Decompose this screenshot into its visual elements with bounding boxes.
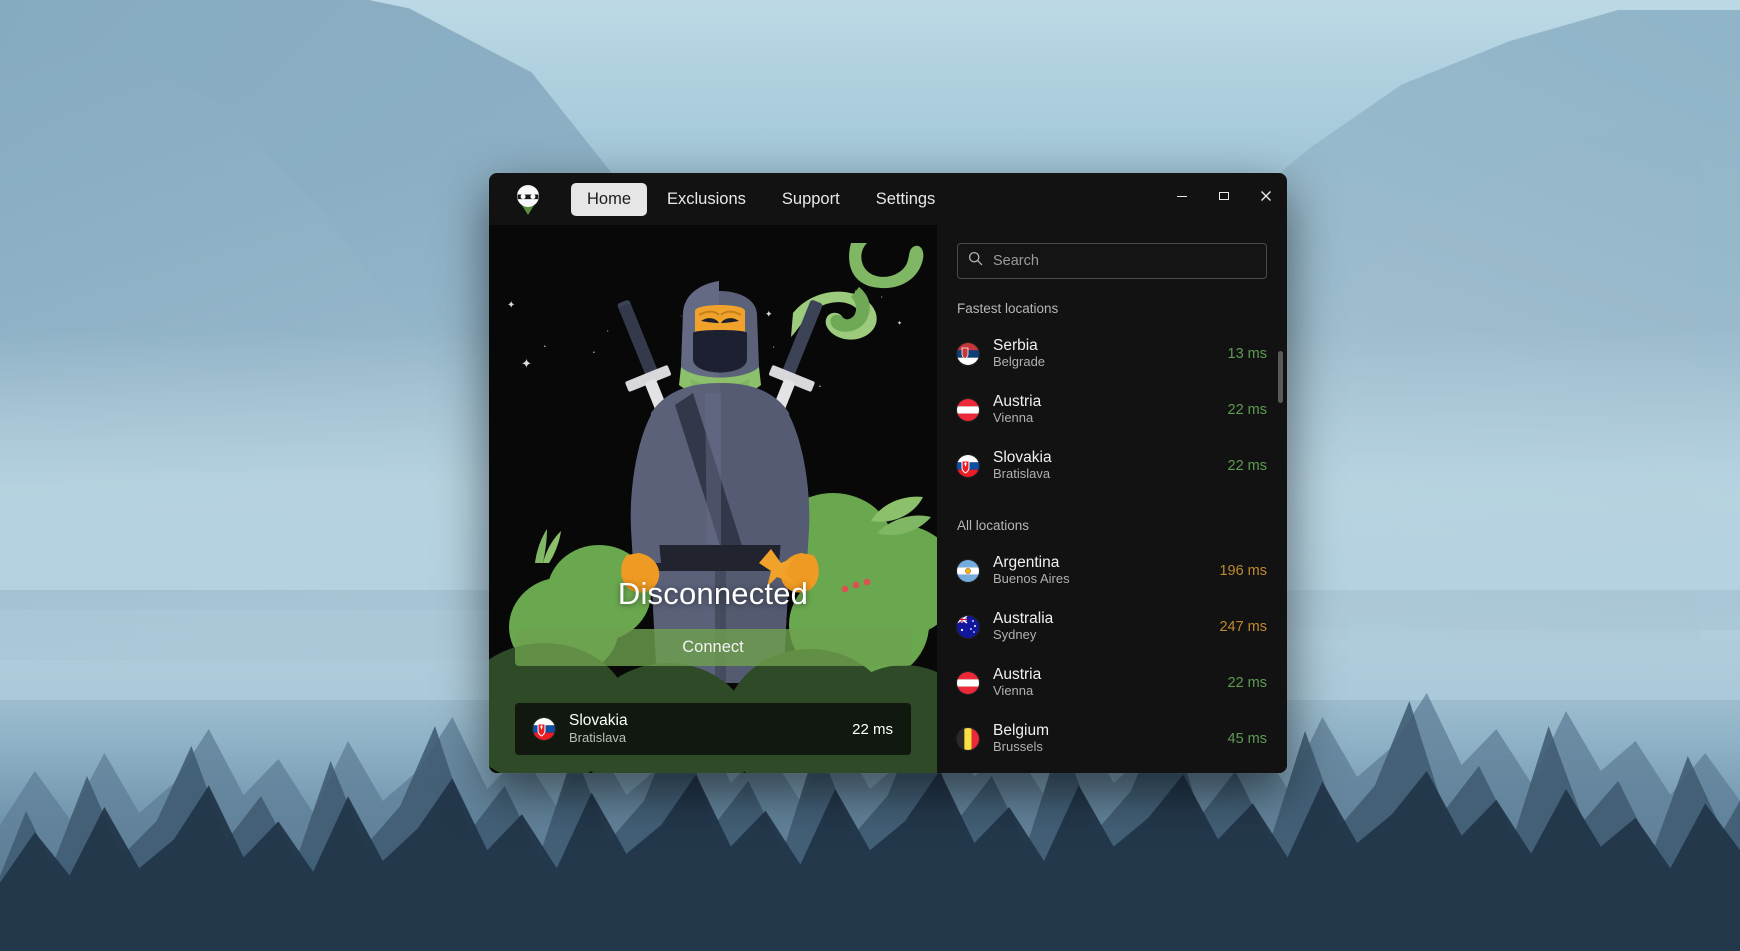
locations-scrollbar[interactable] <box>1278 351 1283 751</box>
city-label: Vienna <box>993 410 1034 426</box>
list-item[interactable]: Argentina Buenos Aires 196 ms <box>957 543 1281 599</box>
ping-label: 196 ms <box>1219 563 1267 579</box>
country-label: Belgium <box>993 721 1049 739</box>
country-label: Australia <box>993 609 1054 627</box>
list-item[interactable]: Australia Sydney 247 ms <box>957 599 1281 655</box>
country-label: Austria <box>993 665 1042 683</box>
city-label: Sydney <box>993 627 1037 643</box>
ping-label: 247 ms <box>1219 619 1267 635</box>
ping-label: 13 ms <box>1227 346 1268 362</box>
list-item-text: Austria Vienna <box>993 666 1041 701</box>
country-label: Serbia <box>993 336 1038 354</box>
flag-at-icon <box>957 399 979 421</box>
flag-au-icon <box>957 616 979 638</box>
maximize-button[interactable] <box>1203 173 1245 225</box>
flag-ar-icon <box>957 560 979 582</box>
country-label: Slovakia <box>993 448 1052 466</box>
main-nav-tabs[interactable]: Home Exclusions Support Settings <box>571 182 952 216</box>
section-title-all: All locations <box>957 518 1030 533</box>
city-label: Brussels <box>993 739 1043 755</box>
ping-label: 22 ms <box>1227 675 1268 691</box>
flag-at-icon <box>957 672 979 694</box>
tab-home[interactable]: Home <box>571 182 648 216</box>
close-button[interactable] <box>1245 173 1287 225</box>
tab-exclusions[interactable]: Exclusions <box>651 183 762 216</box>
list-item[interactable]: Belgium Brussels 45 ms <box>957 711 1281 767</box>
locations-panel: Fastest locations Serbia <box>937 225 1287 773</box>
list-item-text: Serbia Belgrade <box>993 337 1045 372</box>
tab-support[interactable]: Support <box>766 183 856 216</box>
city-label: Belgrade <box>993 354 1046 370</box>
scrollbar-thumb[interactable] <box>1278 351 1283 403</box>
city-label: Buenos Aires <box>993 571 1070 587</box>
window-titlebar[interactable]: Home Exclusions Support Settings <box>489 173 1287 225</box>
flag-sk-icon <box>533 718 555 740</box>
list-item-text: Belgium Brussels <box>993 722 1049 757</box>
list-item-text: Austria Vienna <box>993 393 1041 428</box>
ping-label: 45 ms <box>1227 731 1268 747</box>
selected-city-label: Bratislava <box>569 729 627 745</box>
list-item-text: Slovakia Bratislava <box>993 449 1052 484</box>
ninja-logo-icon <box>511 182 545 216</box>
section-title-fastest: Fastest locations <box>957 301 1059 316</box>
hero-overlay: Disconnected Connect Slovakia Bratislava… <box>489 225 937 773</box>
city-label: Vienna <box>993 683 1034 699</box>
list-item[interactable]: Slovakia Bratislava 22 ms <box>957 438 1281 494</box>
ping-label: 22 ms <box>1227 458 1268 474</box>
search-container <box>937 225 1287 287</box>
window-body: ✦ ✦ • • • • • • • ✦ • ✦ <box>489 225 1287 773</box>
selected-location-text: Slovakia Bratislava <box>569 712 628 746</box>
minimize-button[interactable] <box>1161 173 1203 225</box>
city-label: Bratislava <box>993 466 1051 482</box>
connect-button[interactable]: Connect <box>515 629 911 666</box>
flag-be-icon <box>957 728 979 750</box>
tab-settings[interactable]: Settings <box>860 183 952 216</box>
search-box[interactable] <box>957 243 1267 279</box>
ping-label: 22 ms <box>1227 402 1268 418</box>
list-item[interactable]: Serbia Belgrade 13 ms <box>957 326 1281 382</box>
selected-country-label: Slovakia <box>569 711 628 729</box>
window-controls <box>1161 173 1287 225</box>
country-label: Austria <box>993 392 1042 410</box>
country-label: Argentina <box>993 553 1060 571</box>
selected-ping-label: 22 ms <box>852 720 893 738</box>
list-item[interactable]: Austria Vienna 22 ms <box>957 655 1281 711</box>
connection-hero-panel: ✦ ✦ • • • • • • • ✦ • ✦ <box>489 225 937 773</box>
list-item[interactable]: Austria Vienna 22 ms <box>957 382 1281 438</box>
list-item-text: Australia Sydney <box>993 610 1053 645</box>
search-input[interactable] <box>983 253 1256 269</box>
search-icon <box>968 251 983 271</box>
connection-status-text: Disconnected <box>617 576 809 611</box>
vpn-app-window: Home Exclusions Support Settings ✦ ✦ • •… <box>489 173 1287 773</box>
list-item-text: Argentina Buenos Aires <box>993 554 1070 589</box>
locations-list[interactable]: Fastest locations Serbia Belgrade 13 ms … <box>937 287 1287 773</box>
selected-location-card[interactable]: Slovakia Bratislava 22 ms <box>515 703 911 755</box>
flag-sk-icon <box>957 455 979 477</box>
flag-rs-icon <box>957 343 979 365</box>
desktop-wallpaper: Home Exclusions Support Settings ✦ ✦ • •… <box>0 0 1740 951</box>
